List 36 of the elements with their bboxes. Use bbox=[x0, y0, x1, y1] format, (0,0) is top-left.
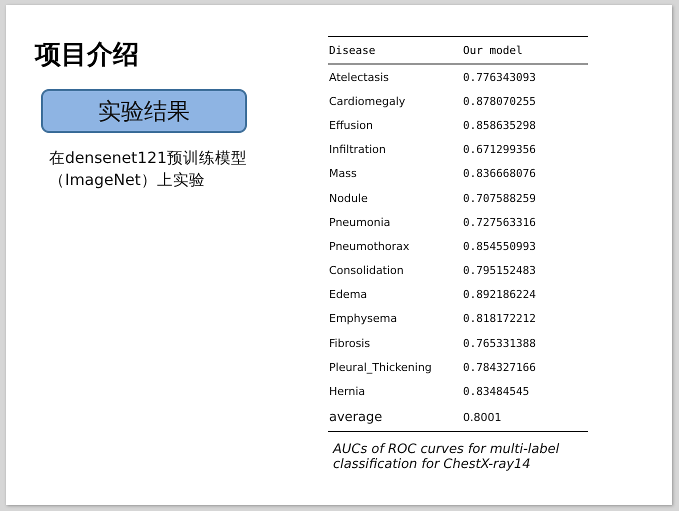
disease-cell-text: Cardiomegaly bbox=[328, 94, 406, 110]
disease-cell-text: Fibrosis bbox=[328, 336, 372, 352]
column-header: Disease bbox=[328, 36, 462, 64]
auc-cell: 0.776343093 bbox=[462, 64, 588, 90]
auc-cell-text: 0.727563316 bbox=[462, 214, 537, 231]
disease-cell: Atelectasis bbox=[328, 64, 462, 90]
auc-cell-text: 0.83484545 bbox=[462, 384, 530, 400]
label-box: 实验结果 bbox=[41, 89, 247, 133]
disease-cell-text: Emphysema bbox=[328, 311, 398, 328]
auc-cell-text: 0.892186224 bbox=[462, 287, 537, 304]
disease-cell-text: Effusion bbox=[328, 118, 374, 134]
table-caption: AUCs of ROC curves for multi-label classification for ChestX-ray14 bbox=[333, 442, 560, 472]
disease-cell-text: Pleural_Thickening bbox=[328, 360, 433, 376]
auc-cell-text: 0.784327166 bbox=[462, 360, 537, 376]
column-header: Our model bbox=[462, 36, 588, 64]
auc-cell-text: 0.707588259 bbox=[462, 190, 537, 207]
disease-cell-text: Hernia bbox=[328, 384, 366, 400]
disease-cell-text: Edema bbox=[328, 287, 368, 304]
auc-cell-text: 0.836668076 bbox=[462, 166, 537, 182]
slide-title: 项目介绍 bbox=[35, 39, 139, 71]
disease-cell-text: Pneumonia bbox=[328, 214, 392, 231]
disease-cell-text: Mass bbox=[328, 166, 358, 182]
auc-cell-text: 0.858635298 bbox=[462, 118, 537, 134]
auc-cell-text: 0.818172212 bbox=[462, 311, 537, 328]
disease-cell-text: Infiltration bbox=[328, 142, 387, 158]
auc-cell-text: 0.854550993 bbox=[462, 238, 537, 255]
disease-cell-text: Nodule bbox=[328, 190, 369, 207]
auc-cell-text: 0.795152483 bbox=[462, 263, 537, 280]
summary-value: 0.8001 bbox=[462, 404, 588, 432]
disease-cell-text: Pneumothorax bbox=[328, 238, 410, 255]
description: 在densenet121预训练模型（ImageNet）上实验 bbox=[49, 148, 248, 191]
auc-cell-text: 0.878070255 bbox=[462, 94, 537, 110]
auc-cell-text: 0.765331388 bbox=[462, 336, 537, 352]
auc-cell-text: 0.671299356 bbox=[462, 142, 537, 158]
disease-cell-text: Consolidation bbox=[328, 263, 405, 280]
summary-label: average bbox=[328, 404, 462, 432]
